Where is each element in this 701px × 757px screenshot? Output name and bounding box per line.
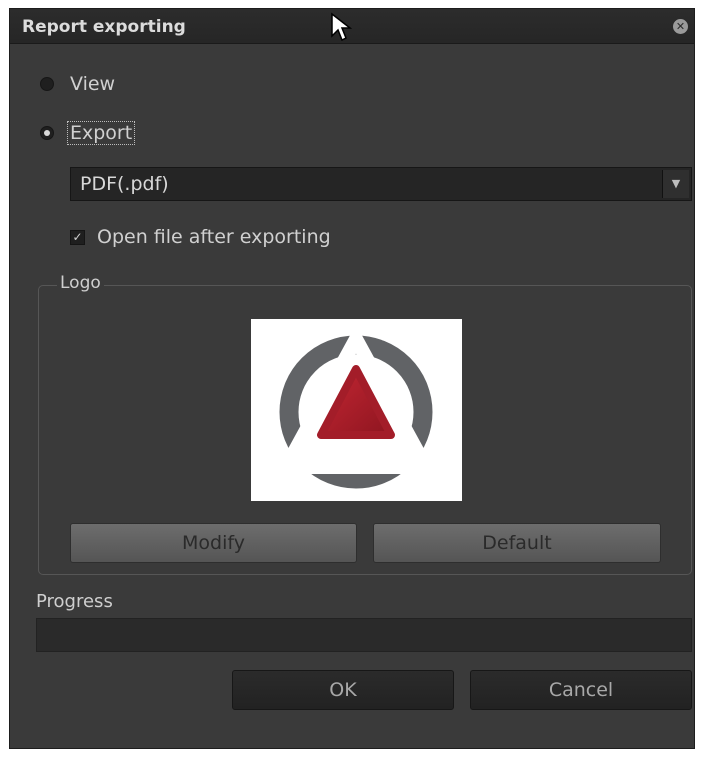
ok-button[interactable]: OK bbox=[232, 670, 454, 710]
dialog-title: Report exporting bbox=[22, 17, 186, 37]
open-file-checkbox-row[interactable]: ✓ Open file after exporting bbox=[70, 226, 331, 248]
chevron-down-icon[interactable]: ▼ bbox=[662, 170, 689, 198]
radio-view-label: View bbox=[70, 73, 116, 95]
radio-export[interactable] bbox=[40, 126, 54, 140]
radio-view-row[interactable]: View bbox=[40, 73, 115, 95]
export-format-value: PDF(.pdf) bbox=[80, 173, 169, 195]
mouse-pointer-icon bbox=[331, 12, 353, 42]
logo-group-legend: Logo bbox=[57, 273, 104, 293]
progress-label: Progress bbox=[36, 591, 113, 612]
close-icon[interactable]: ✕ bbox=[673, 19, 688, 34]
logo-group: Logo Modify Default bbox=[38, 273, 692, 575]
open-file-label: Open file after exporting bbox=[97, 226, 331, 248]
modify-button[interactable]: Modify bbox=[70, 523, 357, 563]
cancel-button[interactable]: Cancel bbox=[470, 670, 692, 710]
radio-export-label: Export bbox=[66, 121, 136, 145]
triangle-ring-logo bbox=[279, 332, 433, 489]
report-exporting-dialog: Report exporting ✕ View Export PDF(.pdf)… bbox=[9, 8, 695, 749]
logo-preview bbox=[251, 319, 462, 501]
open-file-checkbox[interactable]: ✓ bbox=[70, 229, 85, 245]
progress-bar bbox=[36, 618, 692, 652]
default-button[interactable]: Default bbox=[373, 523, 661, 563]
radio-export-row[interactable]: Export bbox=[40, 121, 136, 145]
radio-view[interactable] bbox=[40, 77, 54, 91]
export-format-select[interactable]: PDF(.pdf) ▼ bbox=[70, 167, 692, 201]
